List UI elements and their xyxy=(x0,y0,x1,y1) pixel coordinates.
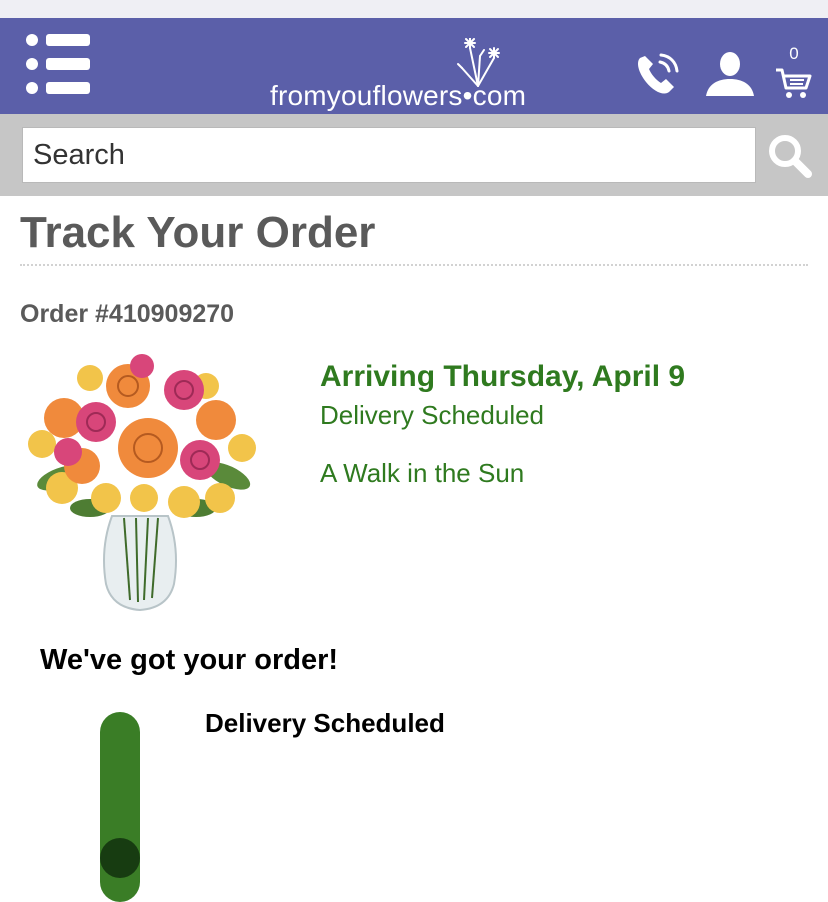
tracking-heading: We've got your order! xyxy=(40,644,339,676)
site-header: fromyouflowers•com 0 xyxy=(0,18,828,114)
menu-button[interactable] xyxy=(26,34,90,94)
menu-icon xyxy=(26,34,90,46)
cart-count: 0 xyxy=(789,44,799,63)
brand-name: fromyouflowers•com xyxy=(270,80,527,111)
page-title: Track Your Order xyxy=(20,208,376,257)
title-divider xyxy=(20,264,808,266)
product-image xyxy=(28,354,256,612)
search-icon xyxy=(769,135,812,178)
tracking-progress-bar xyxy=(100,712,140,902)
search-input[interactable] xyxy=(22,127,756,183)
product-name[interactable]: A Walk in the Sun xyxy=(320,458,524,489)
arrival-date: Arriving Thursday, April 9 xyxy=(320,360,686,393)
delivery-status: Delivery Scheduled xyxy=(320,400,545,430)
order-number: Order #410909270 xyxy=(20,300,235,328)
cart-button[interactable]: 0 xyxy=(772,44,816,102)
progress-step-dot xyxy=(100,838,140,878)
status-strip xyxy=(0,0,828,18)
phone-icon[interactable] xyxy=(634,52,682,98)
tracking-step-label: Delivery Scheduled xyxy=(205,708,445,738)
cart-icon xyxy=(776,68,812,98)
search-bar xyxy=(0,114,828,196)
site-logo[interactable]: fromyouflowers•com xyxy=(270,38,560,111)
user-icon[interactable] xyxy=(704,52,756,98)
search-button[interactable] xyxy=(760,126,824,184)
